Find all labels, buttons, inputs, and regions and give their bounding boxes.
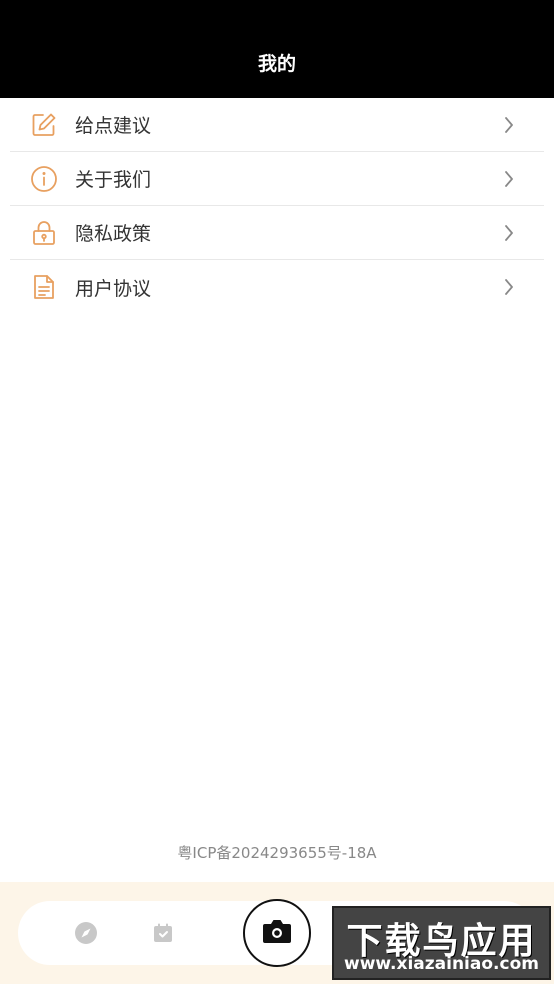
lock-icon bbox=[30, 219, 58, 247]
watermark-logo: 下载鸟应用 www.xiazainiao.com bbox=[332, 906, 551, 980]
menu-item-about[interactable]: 关于我们 bbox=[10, 152, 544, 206]
info-icon bbox=[30, 165, 58, 193]
camera-button[interactable] bbox=[243, 899, 311, 967]
menu-item-label: 隐私政策 bbox=[75, 223, 152, 245]
edit-icon bbox=[30, 111, 58, 139]
settings-menu: 给点建议 关于我们 隐私政策 用户协议 bbox=[10, 98, 544, 314]
chevron-right-icon bbox=[502, 278, 516, 296]
camera-icon bbox=[261, 917, 293, 949]
calendar-icon[interactable] bbox=[151, 921, 175, 945]
app-header: 我的 bbox=[0, 0, 554, 98]
watermark-url: www.xiazainiao.com bbox=[344, 954, 539, 974]
menu-item-label: 关于我们 bbox=[75, 169, 152, 191]
menu-item-label: 用户协议 bbox=[75, 277, 152, 300]
chevron-right-icon bbox=[502, 116, 516, 134]
document-icon bbox=[30, 273, 58, 301]
menu-item-privacy[interactable]: 隐私政策 bbox=[10, 206, 544, 260]
menu-item-label: 给点建议 bbox=[75, 115, 152, 137]
chevron-right-icon bbox=[502, 170, 516, 188]
menu-item-feedback[interactable]: 给点建议 bbox=[10, 98, 544, 152]
page-title: 我的 bbox=[257, 53, 296, 75]
menu-item-user-agreement[interactable]: 用户协议 bbox=[10, 260, 544, 314]
chevron-right-icon bbox=[502, 224, 516, 242]
compass-icon[interactable] bbox=[74, 921, 98, 945]
icp-license-text: 粤ICP备2024293655号-18A bbox=[177, 844, 377, 862]
